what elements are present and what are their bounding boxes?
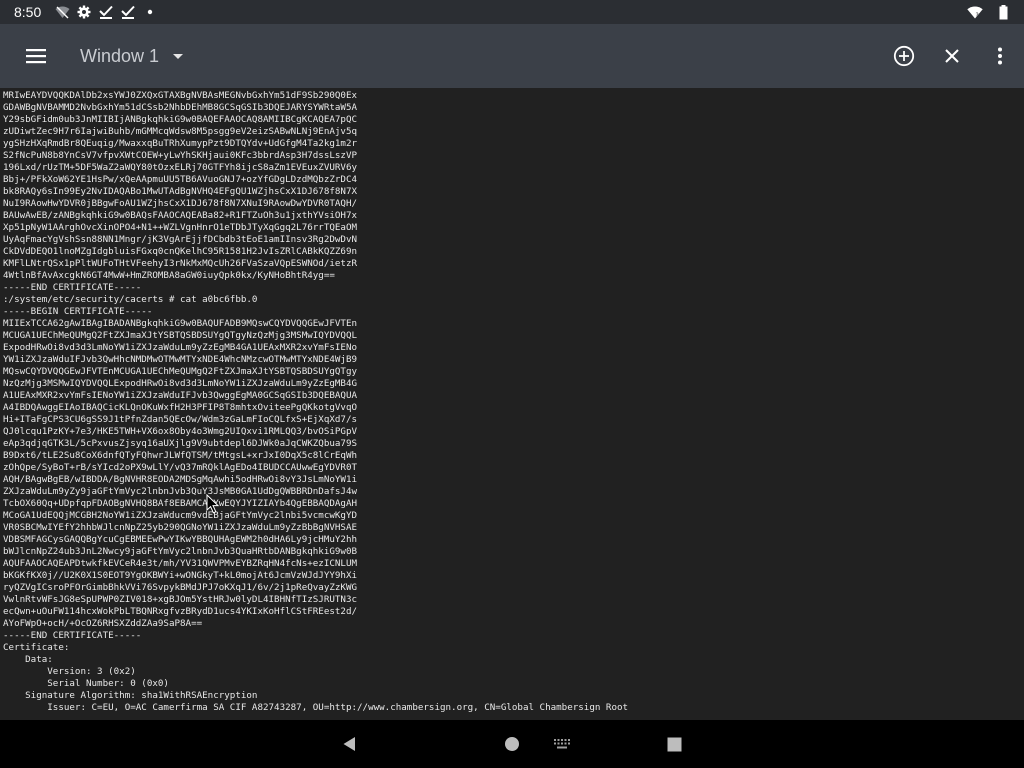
terminal-line: Version: 3 (0x2) xyxy=(3,666,136,677)
terminal-line: bWJlcnNpZ24ub3JnL2Nwcy9jaGFtYmVyc2lnbnJv… xyxy=(3,546,358,557)
terminal-line: A4IBDQAwggEIAoIBAQCicKLQnOKuWxfH2H3PFIP8… xyxy=(3,402,358,413)
terminal-line: ygSHzHXqRmdBr8QEuqig/MwaxxqBuTRhXumypPzt… xyxy=(3,138,358,149)
terminal-line: TcbOX60Qq+UDpfqpFDAOBgNVHQ8BAf8EBAMCAQYw… xyxy=(3,498,358,509)
terminal-line: Xp51pNyW1AArghOvcXinOPO4+N1++WZLVgnHnrO1… xyxy=(3,222,358,233)
terminal-view[interactable]: MRIwEAYDVQQKDAlDb2xsYWJ0ZXQxGTAXBgNVBAsM… xyxy=(0,88,1024,720)
terminal-line: AQUFAAOCAQEAPDtwkfkEVCeR4e3t/mh/YV31QWVP… xyxy=(3,558,358,569)
terminal-line: VDBSMFAGCysGAQQBgYcuCgEBMEEwPwYIKwYBBQUH… xyxy=(3,534,358,545)
terminal-line: S2fNcPuN8b8YnCsV7vfpvXWtCOEW+yLwYhSKHjau… xyxy=(3,150,358,161)
gear-icon xyxy=(73,0,95,24)
terminal-line: Y29sbGFidm0ub3JnMIIBIjANBgkqhkiG9w0BAQEF… xyxy=(3,114,358,125)
terminal-line: Certificate: xyxy=(3,642,70,653)
terminal-line: 4WtlnBfAvAxcgkN6GT4MwW+HmZROMBA8aGW0iuyQ… xyxy=(3,270,335,281)
terminal-line: AQH/BAgwBgEB/wIBDDA/BgNVHR8EODA2MDSgMqAw… xyxy=(3,474,358,485)
terminal-line: ExpodHRwOi8vd3d3LmNoYW1iZXJzaWduLm9yZzEg… xyxy=(3,342,358,353)
terminal-line: -----END CERTIFICATE----- xyxy=(3,282,142,293)
terminal-line: A1UEAxMXR2xvYmFsIENoYW1iZXJzaWduIFJvb3Qw… xyxy=(3,390,358,401)
terminal-line: Data: xyxy=(3,654,53,665)
terminal-line: UyAqFmacYgVshSsn88NN1Mngr/jK3VgArEjjfDCb… xyxy=(3,234,358,245)
terminal-line: bKGKfKX0j//U2K0X1S0EOT9YgOKBWYi+wONGkyT+… xyxy=(3,570,358,581)
home-icon[interactable] xyxy=(488,720,536,768)
terminal-line: NuI9RAowHwYDVR0jBBgwFoAU1WZjhsCxX1DJ678f… xyxy=(3,198,358,209)
back-icon[interactable] xyxy=(325,720,373,768)
terminal-line: VwlnRtvWFsJG8eSpUPWP0ZIV018+xgBJOm5YstHR… xyxy=(3,594,358,605)
terminal-line: MCUGA1UEChMeQUMgQ2FtZXJmaXJtYSBTQSBDSUYg… xyxy=(3,330,358,341)
terminal-line: AYoFWpO+ocH/+OcOZ6RHSXZddZAa9SaP8A== xyxy=(3,618,203,629)
terminal-line: ecQwn+uOuFW114hcxWokPbLTBQNRxgfvzBRydD1u… xyxy=(3,606,358,617)
recents-icon[interactable] xyxy=(650,720,698,768)
terminal-line: zOhQpe/SyBoT+rB/sYIcd2oPX9wLlY/vQ37mRQkl… xyxy=(3,462,358,473)
terminal-output: MRIwEAYDVQQKDAlDb2xsYWJ0ZXQxGTAXBgNVBAsM… xyxy=(0,88,1024,714)
terminal-line: KMFlLNtrQSx1pPltWUFoTHtVFeehyI3rNkMxMQcU… xyxy=(3,258,358,269)
terminal-line: GDAWBgNVBAMMD2NvbGxhYm51dCSsb2NhbDEhMB8G… xyxy=(3,102,358,113)
app-toolbar: Window 1 xyxy=(0,24,1024,88)
dropdown-caret-icon xyxy=(173,53,184,59)
more-vert-icon[interactable] xyxy=(976,24,1024,88)
status-time: 8:50 xyxy=(14,4,42,20)
navigation-bar xyxy=(0,720,1024,768)
terminal-line: -----END CERTIFICATE----- xyxy=(3,630,142,641)
terminal-line: Serial Number: 0 (0x0) xyxy=(3,678,169,689)
battery-icon xyxy=(992,0,1014,24)
status-bar: 8:50 ? xyxy=(0,0,1024,24)
terminal-line: zUDiwtZec9H7r6IajwiBuhb/mGMMcqWdsw8M5psg… xyxy=(3,126,358,137)
add-window-icon[interactable] xyxy=(880,24,928,88)
check-icon xyxy=(117,0,139,24)
terminal-line: Hi+ITaFgCPS3CU6gSS9J1tPfnZdan5QEcOw/Wdm3… xyxy=(3,414,358,425)
terminal-line: ZXJzaWduLm9yZy9jaGFtYmVyc2lnbnJvb3QuY3Js… xyxy=(3,486,358,497)
window-title: Window 1 xyxy=(80,45,160,66)
dot-icon xyxy=(139,0,161,24)
keyboard-icon[interactable] xyxy=(538,720,586,768)
terminal-line: bk8RAQy6sIn99Ey2NvIDAQABo1MwUTAdBgNVHQ4E… xyxy=(3,186,358,197)
terminal-line: BAUwAwEB/zANBgkqhkiG9w0BAQsFAAOCAQEABa82… xyxy=(3,210,358,221)
terminal-line: Bbj+/PFkXoW62YE1HsPw/xQeAApmuUU5TB6AVuoG… xyxy=(3,174,358,185)
terminal-line: VR0SBCMwIYEfY2hhbWJlcnNpZ25yb290QGNoYW1i… xyxy=(3,522,358,533)
terminal-line: MRIwEAYDVQQKDAlDb2xsYWJ0ZXQxGTAXBgNVBAsM… xyxy=(3,90,358,101)
terminal-line: Signature Algorithm: sha1WithRSAEncrypti… xyxy=(3,690,258,701)
terminal-line: YW1iZXJzaWduIFJvb3QwHhcNMDMwOTMwMTYxNDE4… xyxy=(3,354,358,365)
check-icon xyxy=(95,0,117,24)
terminal-line: ryQZVgICsroPFOrGimbBhkVVi76SvpykBMdJPJ7o… xyxy=(3,582,358,593)
terminal-line: MCoGA1UdEQQjMCGBH2NoYW1iZXJzaWducm9vdEBj… xyxy=(3,510,358,521)
terminal-line: 196Lxd/rUzTM+5DF5WaZ2aWQY80tOzxELRj70GTF… xyxy=(3,162,358,173)
terminal-line: MQswCQYDVQQGEwJFVTEnMCUGA1UEChMeQUMgQ2Ft… xyxy=(3,366,358,377)
terminal-line: Issuer: C=EU, O=AC Camerfirma SA CIF A82… xyxy=(3,702,629,713)
wifi-icon: ? xyxy=(964,0,986,24)
terminal-line: CkDVdDEQO1lnoMZgIdgbluisFGxq0cnQKelhC95R… xyxy=(3,246,358,257)
terminal-line: -----BEGIN CERTIFICATE----- xyxy=(3,306,153,317)
hamburger-menu-icon[interactable] xyxy=(0,24,72,88)
svg-text:?: ? xyxy=(976,12,979,19)
close-icon[interactable] xyxy=(928,24,976,88)
terminal-line: eAp3qdjqGTK3L/5cPxvusZjsyq16aUXjlg9V9ubt… xyxy=(3,438,358,449)
terminal-line: B9Dxt6/tLE2Su8CoX6dnfQTyFQhwrJLWfQTSM/tM… xyxy=(3,450,358,461)
terminal-line: MIIExTCCA62gAwIBAgIBADANBgkqhkiG9w0BAQUF… xyxy=(3,318,358,329)
terminal-line: :/system/etc/security/cacerts # cat a0bc… xyxy=(3,294,258,305)
terminal-line: NzQzMjg3MSMwIQYDVQQLExpodHRwOi8vd3d3LmNo… xyxy=(3,378,358,389)
window-selector[interactable]: Window 1 xyxy=(72,24,184,88)
terminal-line: QJ0lcqu1PzKY+7e3/HKE5TWH+VX6ox8Oby4o3Wmg… xyxy=(3,426,358,437)
signal-off-icon xyxy=(51,0,73,24)
